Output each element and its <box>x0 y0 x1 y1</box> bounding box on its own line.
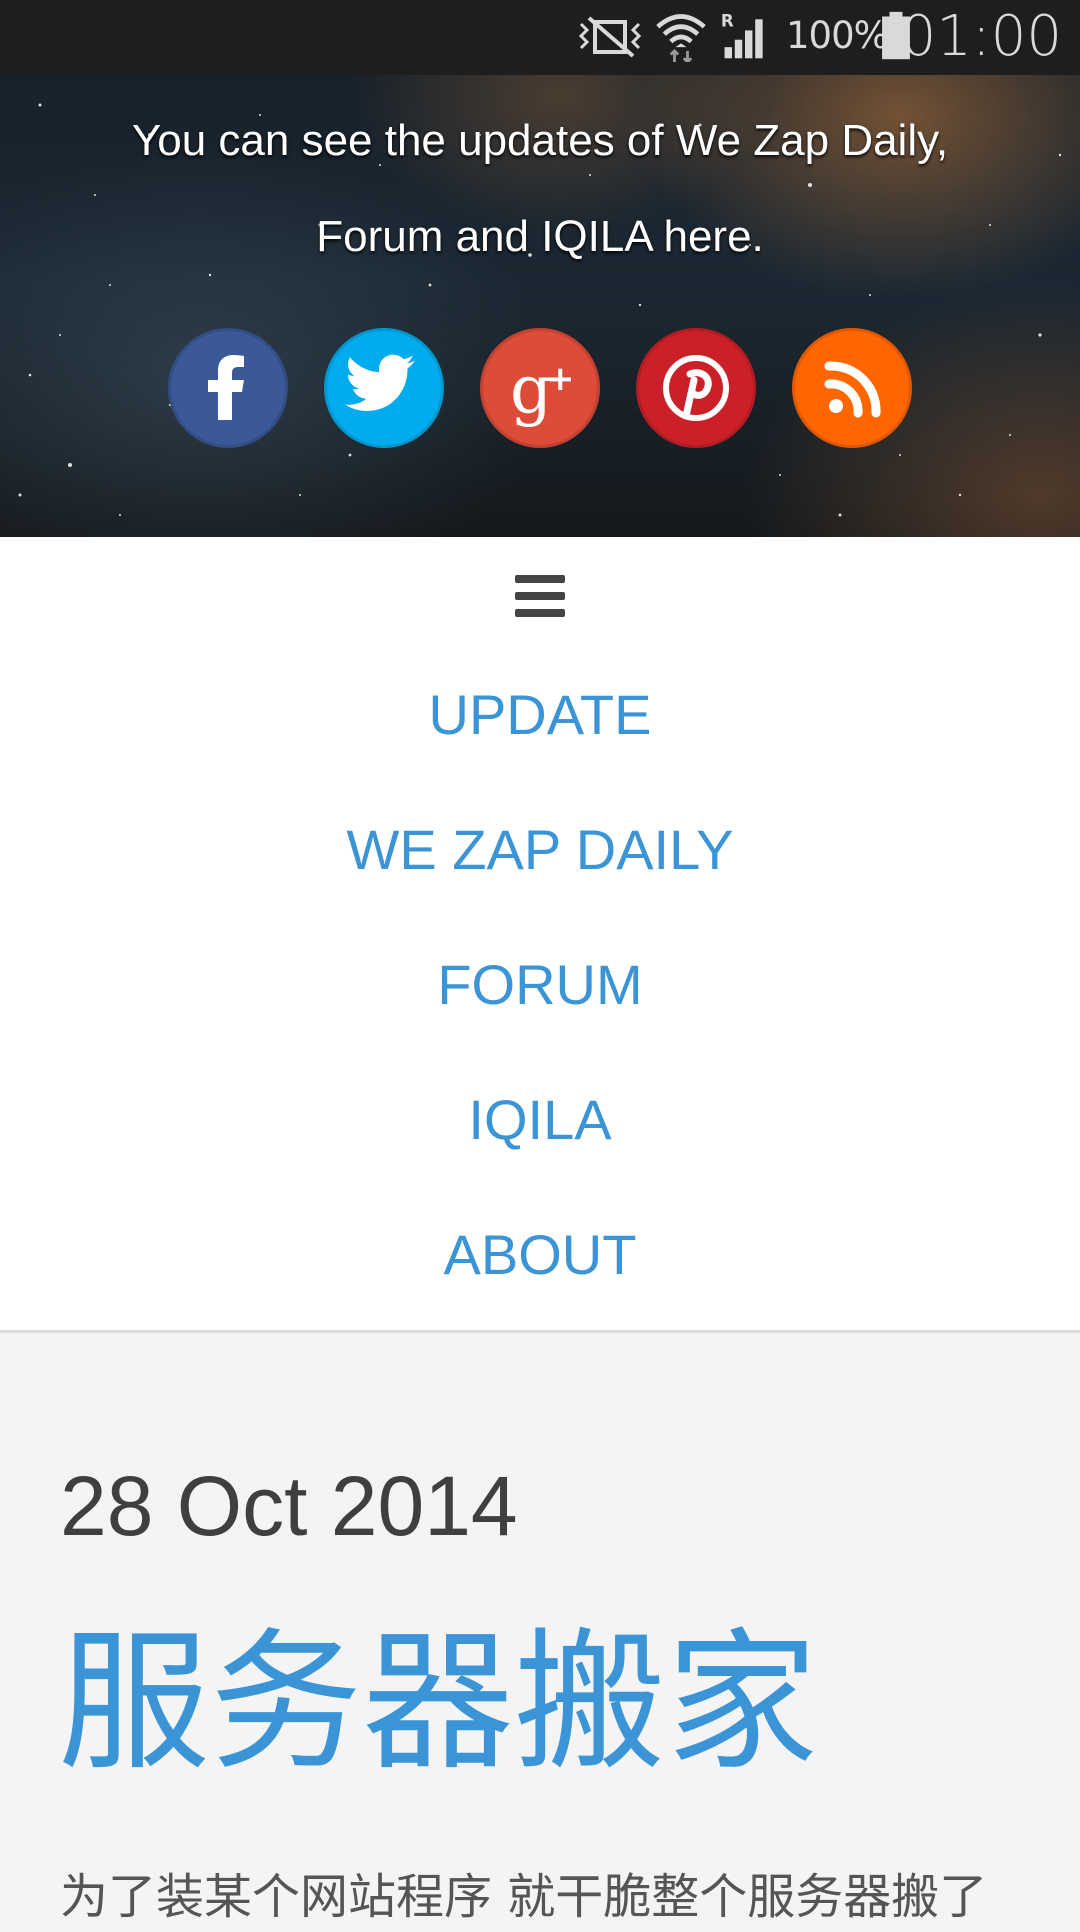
rss-icon <box>824 361 881 418</box>
roaming-signal-icon: R <box>721 11 763 59</box>
nav-item-about[interactable]: ABOUT <box>0 1220 1080 1290</box>
twitter-icon <box>345 354 415 411</box>
clock: 01:00 <box>900 4 1062 69</box>
hero-tagline-line1: You can see the updates of We Zap Daily, <box>131 116 949 165</box>
social-links: g + <box>0 328 1080 448</box>
hero-banner: You can see the updates of We Zap Daily,… <box>0 75 1080 537</box>
post-title-link[interactable]: 服务器搬家 <box>58 1618 818 1788</box>
battery-percent: 100% <box>786 14 889 57</box>
hero-tagline: You can see the updates of We Zap Daily,… <box>0 93 1080 285</box>
nav-item-we-zap-daily[interactable]: WE ZAP DAILY <box>0 815 1080 885</box>
hero-tagline-line2: Forum and IQILA here. <box>316 212 764 261</box>
hamburger-menu-icon[interactable] <box>515 575 565 617</box>
status-bar: R 100% 01:00 <box>0 0 1080 75</box>
svg-text:R: R <box>721 11 734 31</box>
nav-item-forum[interactable]: FORUM <box>0 950 1080 1020</box>
post-excerpt: 为了装某个网站程序 就干脆整个服务器搬了 <box>60 1869 988 1925</box>
pinterest-button[interactable] <box>636 328 756 448</box>
nav-item-iqila[interactable]: IQILA <box>0 1085 1080 1155</box>
nav-item-update[interactable]: UPDATE <box>0 680 1080 750</box>
vibrate-mute-icon <box>578 16 642 58</box>
pinterest-icon <box>663 355 729 421</box>
facebook-button[interactable] <box>168 328 288 448</box>
main-navigation: UPDATE WE ZAP DAILY FORUM IQILA ABOUT <box>0 537 1080 1333</box>
wifi-icon <box>656 14 706 62</box>
rss-button[interactable] <box>792 328 912 448</box>
twitter-button[interactable] <box>324 328 444 448</box>
svg-text:+: + <box>546 359 575 399</box>
google-plus-button[interactable]: g + <box>480 328 600 448</box>
post-date: 28 Oct 2014 <box>60 1459 518 1553</box>
google-plus-icon: g + <box>510 351 575 428</box>
facebook-icon <box>208 355 244 420</box>
